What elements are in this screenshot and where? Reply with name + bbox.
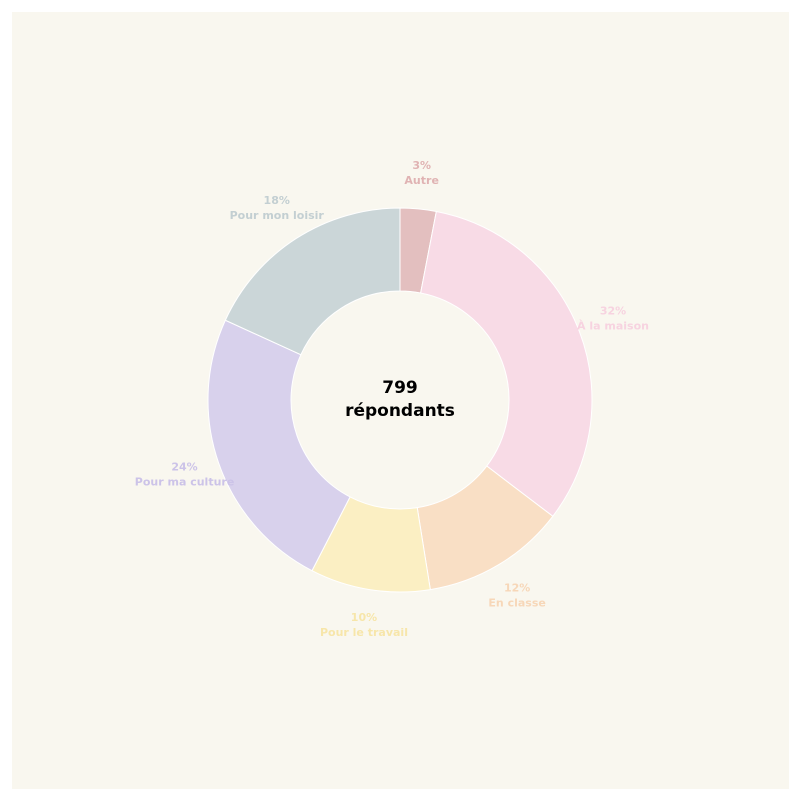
center-count: 799 <box>382 378 418 398</box>
donut-slices <box>207 207 593 593</box>
slice-1 <box>420 210 593 517</box>
slice-percent-3: 10% <box>351 611 377 624</box>
slice-name-0: Autre <box>404 174 439 187</box>
slice-5 <box>224 207 401 356</box>
slice-name-3: Pour le travail <box>320 626 408 639</box>
donut-chart: 3% Autre 32% À la maison 12% En classe 10% Pour… <box>135 159 649 639</box>
slice-label-0: 3% Autre <box>404 159 439 187</box>
slice-percent-4: 24% <box>171 461 197 474</box>
slice-4 <box>207 319 351 572</box>
slice-label-1: 32% À la maison <box>577 305 649 333</box>
center-caption: répondants <box>345 401 455 421</box>
slice-name-1: À la maison <box>577 320 649 333</box>
slice-name-4: Pour ma culture <box>135 476 235 489</box>
slice-percent-1: 32% <box>600 305 626 318</box>
slice-label-5: 18% Pour mon loisir <box>230 194 325 222</box>
slice-percent-5: 18% <box>264 194 290 207</box>
slice-name-5: Pour mon loisir <box>230 209 325 222</box>
slice-label-3: 10% Pour le travail <box>320 611 408 639</box>
slice-name-2: En classe <box>488 597 545 610</box>
slice-label-2: 12% En classe <box>488 582 545 610</box>
slice-percent-2: 12% <box>504 582 530 595</box>
slice-percent-0: 3% <box>412 159 431 172</box>
